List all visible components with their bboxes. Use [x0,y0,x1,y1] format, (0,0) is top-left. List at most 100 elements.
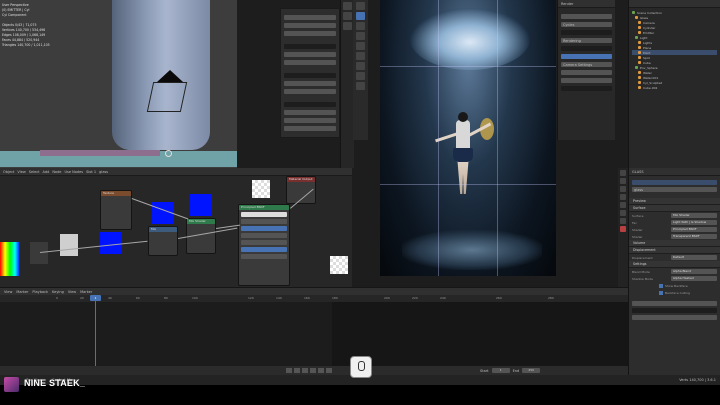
transform-tool-icon[interactable] [356,52,365,60]
3d-cursor[interactable] [165,150,172,157]
measure-tool-icon[interactable] [356,72,365,80]
n-field[interactable] [284,89,336,94]
scale-tool-icon[interactable] [356,42,365,50]
menu-playback[interactable]: Playback [32,290,48,294]
n-field[interactable] [284,15,336,20]
material-selector[interactable]: glass [632,187,717,192]
render-row[interactable]: Rendering [561,38,612,43]
prop-value[interactable]: Principled BSDF [671,227,717,232]
tab-object[interactable] [620,210,626,216]
prop-value[interactable]: Alpha Blend [671,269,717,274]
mode-select[interactable]: Object [3,170,14,174]
n-field[interactable] [284,60,336,65]
play-icon[interactable] [310,368,316,373]
tab-world[interactable] [620,202,626,208]
n-field[interactable] [284,118,336,123]
current-frame-indicator[interactable]: 1 [90,295,101,301]
prop-value[interactable]: Default [671,255,717,260]
node-field[interactable] [241,226,287,231]
section-volume[interactable]: Volume [629,240,720,247]
render-field[interactable] [561,14,612,19]
render-field[interactable] [561,30,612,35]
node-field[interactable] [241,240,287,245]
prop-value[interactable]: Transparent BSDF [671,234,717,239]
n-field[interactable] [284,52,336,57]
checkbox-row[interactable]: Backface Culling [629,289,720,296]
shader-node-editor[interactable]: Object View Select Add Node Use Nodes Sl… [0,168,352,288]
node-field[interactable] [241,247,287,252]
render-field[interactable] [561,86,612,91]
section-surface[interactable]: Surface [629,205,720,212]
annotate-tool-icon[interactable] [356,62,365,70]
move-tool-icon[interactable] [356,22,365,30]
section-preview[interactable]: Preview [629,198,720,205]
jump-start-icon[interactable] [286,368,292,373]
tab-tool[interactable] [343,12,352,20]
menu-view[interactable]: View [17,170,25,174]
node-mix[interactable]: Mix [148,226,178,256]
slot-select[interactable]: Slot 1 [86,170,96,174]
playhead-line[interactable] [95,295,96,366]
menu-node[interactable]: Node [52,170,61,174]
n-field[interactable] [284,102,336,107]
prop-value[interactable]: Alpha Hashed [671,276,717,281]
prop-field[interactable] [632,301,717,306]
tab-modifiers[interactable] [620,218,626,224]
menu-marker[interactable]: Marker [16,290,28,294]
prop-value[interactable]: Light Path | Is Shadow [671,220,717,225]
material-slot[interactable] [632,180,717,185]
node-field[interactable] [241,254,287,259]
node-field[interactable] [241,233,287,238]
menu-keying[interactable]: Keying [52,290,64,294]
checkbox-row[interactable]: Show Backface [629,282,720,289]
render-engine[interactable]: Cycles [561,22,612,27]
render-field[interactable] [561,70,612,75]
tab-material[interactable] [620,226,626,232]
tab-render[interactable] [620,178,626,184]
prop-value[interactable]: Mix Shader [671,213,717,218]
tab-tool[interactable] [620,170,626,176]
checkbox[interactable] [659,290,663,295]
render-field[interactable] [561,54,612,59]
menu-view-2[interactable]: View [68,290,76,294]
node-principled-bsdf[interactable]: Principled BSDF [238,204,290,286]
prop-field[interactable] [632,308,717,313]
start-frame-field[interactable]: 1 [491,368,510,373]
menu-select[interactable]: Select [29,170,40,174]
menu-marker-2[interactable]: Marker [80,290,92,294]
use-nodes-toggle[interactable]: Use Nodes [64,170,83,174]
add-cube-icon[interactable] [356,82,365,90]
checkbox[interactable] [659,283,663,288]
jump-end-icon[interactable] [326,368,332,373]
prop-field[interactable] [632,315,717,320]
render-field[interactable] [561,46,612,51]
node-small[interactable] [30,242,48,264]
n-field[interactable] [284,110,336,115]
end-frame-field[interactable]: 250 [522,368,541,373]
tab-item[interactable] [343,2,352,10]
n-field[interactable] [284,44,336,49]
n-field[interactable] [284,23,336,28]
n-field[interactable] [284,73,336,78]
node-texture[interactable]: Texture [100,190,132,230]
menu-view[interactable]: View [4,290,12,294]
tab-output[interactable] [620,186,626,192]
render-row[interactable]: Camera Settings [561,62,612,67]
3d-viewport[interactable]: User Perspective (0) EMITTER | Cyl Cyl C… [0,0,237,168]
outliner-item[interactable]: Cube.002 [632,85,717,90]
render-field[interactable] [561,78,612,83]
n-field[interactable] [284,81,336,86]
cursor-tool-icon[interactable] [356,12,365,20]
section-settings[interactable]: Settings [629,261,720,268]
node-field[interactable] [241,212,287,217]
n-field[interactable] [284,31,336,36]
rotate-tool-icon[interactable] [356,32,365,40]
select-tool-icon[interactable] [356,2,365,10]
prev-keyframe-icon[interactable] [294,368,300,373]
n-field[interactable] [284,126,336,131]
menu-add[interactable]: Add [43,170,50,174]
section-displacement[interactable]: Displacement [629,247,720,254]
next-keyframe-icon[interactable] [318,368,324,373]
play-reverse-icon[interactable] [302,368,308,373]
tab-scene[interactable] [620,194,626,200]
